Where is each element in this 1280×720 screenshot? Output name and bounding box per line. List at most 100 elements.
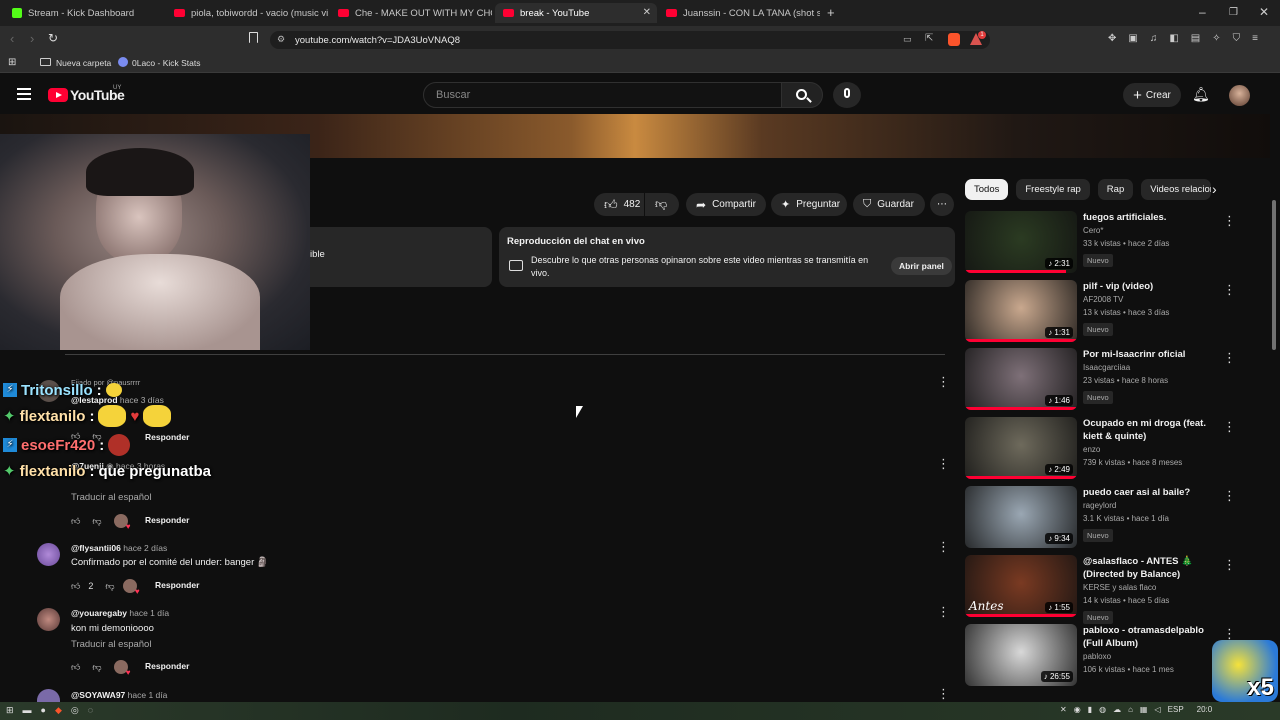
comment-menu-icon[interactable]: ⋮	[937, 456, 950, 472]
keyboard-language[interactable]: ESP	[1168, 705, 1184, 714]
restore-icon[interactable]: ❐	[1229, 7, 1238, 18]
dislike-comment-icon[interactable]: 👎︎	[92, 662, 101, 673]
comment-menu-icon[interactable]: ⋮	[937, 686, 950, 702]
search-input[interactable]: Buscar	[423, 82, 782, 108]
minimize-icon[interactable]: –	[1199, 5, 1206, 19]
new-tab-icon[interactable]: +	[827, 5, 835, 20]
comment-time[interactable]: hace 1 día	[129, 608, 169, 618]
video-menu-icon[interactable]: ⋮	[1223, 419, 1236, 435]
tray-icon[interactable]: ▮	[1088, 705, 1092, 714]
video-thumbnail[interactable]: Antes ♪ 1:55	[965, 555, 1077, 617]
url-text[interactable]: youtube.com/watch?v=JDA3UoVNAQ8	[295, 35, 460, 46]
vpn-icon[interactable]: ⛉	[1233, 33, 1241, 44]
translate-link[interactable]: Traducir al español	[71, 492, 151, 503]
dislike-button[interactable]: 👎︎	[645, 193, 679, 216]
youtube-logo-icon[interactable]	[48, 88, 68, 102]
like-comment-icon[interactable]: 👍︎	[71, 581, 80, 592]
bookmark-page-icon[interactable]	[249, 32, 258, 43]
tray-icon[interactable]: ☁	[1113, 705, 1121, 714]
app-icon[interactable]: ●	[41, 705, 46, 716]
tray-icon[interactable]: ✕	[1060, 705, 1067, 714]
window-close-icon[interactable]: ✕	[1259, 5, 1269, 19]
bookmark-nueva-carpeta[interactable]: Nueva carpeta	[56, 58, 111, 68]
wallet-icon[interactable]: ▤	[1191, 33, 1200, 44]
comment-menu-icon[interactable]: ⋮	[937, 604, 950, 620]
chip-rap[interactable]: Rap	[1097, 179, 1134, 200]
like-button[interactable]: 👍︎ 482	[594, 193, 644, 216]
open-chat-panel-button[interactable]: Abrir panel	[891, 257, 952, 275]
brave-shields-icon[interactable]	[948, 33, 960, 46]
reply-button[interactable]: Responder	[145, 661, 189, 671]
video-title[interactable]: pabloxo - otramasdelpablo (Full Album)	[1083, 624, 1219, 650]
reload-icon[interactable]: ↻	[48, 31, 58, 45]
channel-name[interactable]: rageylord	[1083, 499, 1219, 512]
video-thumbnail[interactable]: ♪ 1:31	[965, 280, 1077, 342]
commenter-avatar[interactable]	[37, 543, 60, 566]
music-icon[interactable]: ♫	[1150, 33, 1158, 44]
video-thumbnail[interactable]: ♪ 2:31	[965, 211, 1077, 273]
create-button[interactable]: + Crear	[1123, 83, 1181, 107]
video-menu-icon[interactable]: ⋮	[1223, 488, 1236, 504]
recommended-video[interactable]: ♪ 9:34 puedo caer asi al baile? rageylord 3…	[965, 486, 1245, 550]
channel-name[interactable]: KERSE y salas flaco	[1083, 581, 1219, 594]
translate-link[interactable]: Traducir al español	[71, 639, 151, 650]
leo-icon[interactable]: ✧	[1212, 33, 1220, 44]
video-title[interactable]: puedo caer asi al baile?	[1083, 486, 1219, 499]
network-icon[interactable]: ▦	[1140, 705, 1148, 714]
clock[interactable]: 20:0	[1197, 705, 1213, 714]
video-menu-icon[interactable]: ⋮	[1223, 350, 1236, 366]
video-menu-icon[interactable]: ⋮	[1223, 557, 1236, 573]
chevron-right-icon[interactable]: ›	[1212, 181, 1217, 197]
channel-name[interactable]: Isaacgarciiaa	[1083, 361, 1219, 374]
more-actions-button[interactable]: ⋯	[930, 193, 954, 216]
video-menu-icon[interactable]: ⋮	[1223, 282, 1236, 298]
brave-taskbar-icon[interactable]: ◆	[55, 705, 62, 716]
cast-icon[interactable]: ▭	[903, 34, 912, 45]
tray-icon[interactable]: ⌂	[1128, 705, 1133, 714]
ask-button[interactable]: ✦ Preguntar	[771, 193, 847, 216]
recommended-video[interactable]: ♪ 26:55 pabloxo - otramasdelpablo (Full A…	[965, 624, 1245, 688]
chip-todos[interactable]: Todos	[965, 179, 1009, 200]
comment-author[interactable]: @youaregaby	[71, 608, 127, 618]
close-tab-icon[interactable]: ✕	[643, 7, 651, 18]
browser-tab[interactable]: Stream - Kick Dashboard	[4, 3, 166, 23]
channel-name[interactable]: enzo	[1083, 443, 1219, 456]
dislike-comment-icon[interactable]: 👎︎	[105, 581, 114, 592]
video-title[interactable]: Por mi-Isaacrinr oficial	[1083, 348, 1219, 361]
back-icon[interactable]: ‹	[10, 31, 14, 46]
apps-grid-icon[interactable]: ⊞	[8, 57, 16, 68]
reply-button[interactable]: Responder	[145, 515, 189, 525]
recommended-video[interactable]: ♪ 1:31 pilf - vip (video) AF2008 TV 13 k vi…	[965, 280, 1245, 344]
site-info-icon[interactable]: ⚙	[277, 34, 285, 45]
channel-name[interactable]: AF2008 TV	[1083, 293, 1219, 306]
comment-time[interactable]: hace 1 día	[128, 690, 168, 700]
extensions-icon[interactable]: ✥	[1108, 33, 1116, 44]
video-thumbnail[interactable]: ♪ 1:46	[965, 348, 1077, 410]
description-box[interactable]: ible	[310, 227, 492, 287]
share-button[interactable]: ➦ Compartir	[686, 193, 766, 216]
app-icon[interactable]: ◎	[71, 705, 79, 716]
dislike-comment-icon[interactable]: 👎︎	[92, 516, 101, 527]
comment-menu-icon[interactable]: ⋮	[937, 539, 950, 555]
recommended-video[interactable]: ♪ 1:46 Por mi-Isaacrinr oficial Isaacgarci…	[965, 348, 1245, 412]
video-menu-icon[interactable]: ⋮	[1223, 213, 1236, 229]
like-comment-icon[interactable]: 👍︎	[71, 516, 80, 527]
comment-author[interactable]: @SOYAWA97	[71, 690, 125, 700]
screenshot-icon[interactable]: ▣	[1128, 33, 1137, 44]
file-explorer-icon[interactable]: ▬	[23, 705, 32, 716]
tray-icon[interactable]: ◍	[1099, 705, 1106, 714]
browser-tab[interactable]: Juanssin - CON LA TANA (shot saturno)	[658, 3, 820, 23]
chip-videos-relacionados[interactable]: Videos relacion	[1141, 179, 1212, 200]
commenter-avatar[interactable]	[37, 608, 60, 631]
recommended-video[interactable]: ♪ 2:49 Ocupado en mi droga (feat. kiett &…	[965, 417, 1245, 481]
notifications-bell-icon[interactable]: 🔔︎	[1192, 86, 1210, 103]
windows-start-icon[interactable]: ⊞	[6, 705, 14, 716]
bookmark-kick-stats[interactable]: 0Laco - Kick Stats	[132, 58, 201, 68]
comment-author[interactable]: @flysantii06	[71, 543, 121, 553]
account-avatar[interactable]	[1229, 85, 1250, 106]
video-title[interactable]: Ocupado en mi droga (feat. kiett & quint…	[1083, 417, 1219, 443]
app-icon[interactable]: ◌	[88, 705, 93, 716]
volume-icon[interactable]: ◁	[1154, 705, 1160, 714]
chip-freestyle-rap[interactable]: Freestyle rap	[1016, 179, 1090, 200]
browser-tab[interactable]: Che - MAKE OUT WITH MY CHOPPA	[330, 3, 492, 23]
